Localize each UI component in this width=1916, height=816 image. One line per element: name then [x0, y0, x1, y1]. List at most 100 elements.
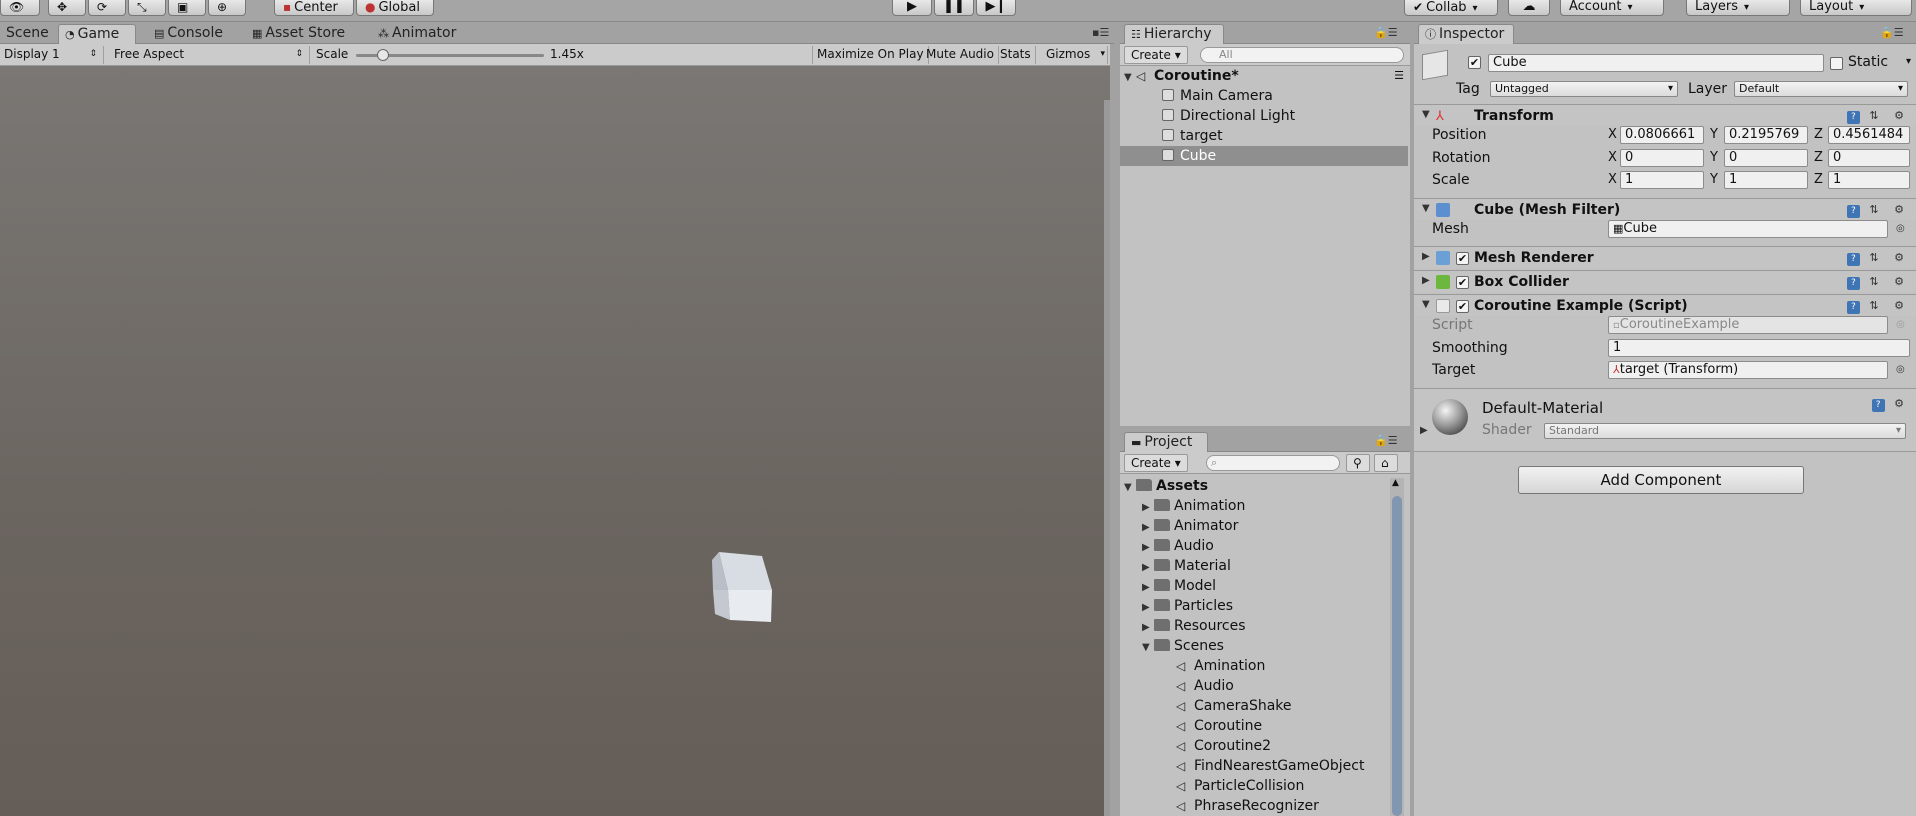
layers-dropdown[interactable]: Layers [1686, 0, 1790, 16]
static-checkbox[interactable] [1830, 57, 1843, 70]
hierarchy-item-selected[interactable]: Cube [1120, 146, 1408, 166]
mesh-renderer-header[interactable]: ▶ ✔ Mesh Renderer ? ⇅ ⚙ [1414, 246, 1916, 268]
box-collider-enabled-checkbox[interactable]: ✔ [1456, 276, 1469, 289]
scale-x-field[interactable]: 1 [1620, 171, 1704, 189]
fold-open-icon[interactable]: ▼ [1422, 299, 1434, 310]
project-search-input[interactable]: ⌕ [1206, 455, 1340, 471]
scrollbar-thumb[interactable] [1392, 496, 1402, 816]
scene-menu-icon[interactable]: ☰ [1394, 66, 1404, 86]
folder-item[interactable]: ▶ Animation [1120, 496, 1245, 516]
hierarchy-create-button[interactable]: Create ▾ [1124, 46, 1188, 64]
folder-item[interactable]: ▶ Particles [1120, 596, 1233, 616]
rotation-z-field[interactable]: 0 [1828, 149, 1910, 167]
scene-asset[interactable]: ◁ Audio [1120, 676, 1234, 696]
fold-open-icon[interactable]: ▼ [1142, 638, 1154, 658]
rotation-y-field[interactable]: 0 [1724, 149, 1808, 167]
aspect-dropdown[interactable]: Free Aspect ⇕ [110, 46, 310, 64]
object-picker-icon[interactable]: ◎ [1896, 223, 1905, 234]
mesh-filter-header[interactable]: ▼ Cube (Mesh Filter) ? ⇅ ⚙ [1414, 198, 1916, 220]
folder-item[interactable]: ▶ Resources [1120, 616, 1246, 636]
hierarchy-item[interactable]: Main Camera [1120, 86, 1410, 106]
maximize-on-play-toggle[interactable]: Maximize On Play [812, 46, 929, 64]
step-button[interactable]: ▶❙ [976, 0, 1016, 16]
cloud-button[interactable]: ☁ [1508, 0, 1550, 16]
tab-console[interactable]: ▤ Console [148, 24, 229, 44]
help-icon[interactable]: ? [1846, 277, 1860, 290]
position-y-field[interactable]: 0.2195769 [1724, 126, 1808, 144]
tab-asset-store[interactable]: ▦ Asset Store [246, 24, 351, 44]
gizmos-dropdown[interactable]: Gizmos ▾ [1042, 46, 1108, 64]
lock-icon[interactable]: 🔒☰ [1374, 434, 1398, 447]
filter-label-button[interactable]: ⌂ [1374, 454, 1398, 472]
pivot-toggle[interactable]: ▪ Center [274, 0, 354, 16]
display-dropdown[interactable]: Display 1 ⇕ [0, 46, 104, 64]
game-view[interactable] [0, 66, 1110, 816]
component-buttons[interactable]: ? ⇅ ⚙ [1846, 275, 1910, 290]
scene-root[interactable]: ▼ ◁ Coroutine* ☰ [1120, 66, 1410, 86]
filter-type-button[interactable]: ⚲ [1346, 454, 1370, 472]
project-scrollbar[interactable]: ▲ [1390, 478, 1404, 816]
script-enabled-checkbox[interactable]: ✔ [1456, 300, 1469, 313]
fold-closed-icon[interactable]: ▶ [1142, 498, 1154, 518]
fold-closed-icon[interactable]: ▶ [1142, 578, 1154, 598]
help-icon[interactable]: ? [1846, 205, 1860, 218]
help-icon[interactable]: ? [1871, 399, 1885, 412]
tab-hierarchy[interactable]: ☷ Hierarchy [1124, 24, 1224, 44]
fold-closed-icon[interactable]: ▶ [1422, 251, 1434, 262]
fold-closed-icon[interactable]: ▶ [1142, 618, 1154, 638]
transform-tool-button[interactable]: ⊕ [208, 0, 246, 16]
material-buttons[interactable]: ? ⚙ [1871, 397, 1910, 412]
scale-z-field[interactable]: 1 [1828, 171, 1910, 189]
tag-dropdown[interactable]: Untagged [1490, 81, 1678, 97]
component-buttons[interactable]: ? ⇅ ⚙ [1846, 203, 1910, 218]
help-icon[interactable]: ? [1846, 253, 1860, 266]
component-buttons[interactable]: ? ⇅ ⚙ [1846, 109, 1910, 124]
active-checkbox[interactable]: ✔ [1468, 56, 1481, 69]
tab-animator[interactable]: ⁂ Animator [372, 24, 462, 44]
folder-item[interactable]: ▶ Animator [1120, 516, 1238, 536]
lock-icon[interactable]: 🔒☰ [1374, 26, 1398, 39]
fold-open-icon[interactable]: ▼ [1422, 109, 1434, 120]
mute-audio-toggle[interactable]: Mute Audio [922, 46, 999, 64]
layer-dropdown[interactable]: Default [1734, 81, 1908, 97]
project-create-button[interactable]: Create ▾ [1124, 454, 1188, 472]
hierarchy-item[interactable]: target [1120, 126, 1410, 146]
layout-dropdown[interactable]: Layout [1800, 0, 1912, 16]
lock-icon[interactable]: 🔒☰ [1880, 26, 1904, 39]
folder-item[interactable]: ▶ Audio [1120, 536, 1214, 556]
rect-tool-button[interactable]: ▣ [168, 0, 206, 16]
move-tool-button[interactable]: ✥ [48, 0, 86, 16]
fold-closed-icon[interactable]: ▶ [1142, 598, 1154, 618]
scene-asset[interactable]: ◁ Amination [1120, 656, 1265, 676]
collab-dropdown[interactable]: ✔ Collab [1404, 0, 1498, 16]
scene-asset[interactable]: ◁ CameraShake [1120, 696, 1292, 716]
fold-closed-icon[interactable]: ▶ [1422, 275, 1434, 286]
scene-asset[interactable]: ◁ ParticleCollision [1120, 776, 1304, 796]
scale-slider[interactable] [356, 49, 544, 61]
play-button[interactable]: ▶ [892, 0, 932, 16]
object-picker-icon[interactable]: ◎ [1896, 364, 1905, 375]
smoothing-input[interactable]: 1 [1608, 339, 1910, 357]
scale-y-field[interactable]: 1 [1724, 171, 1808, 189]
scale-slider-thumb[interactable] [377, 49, 390, 61]
tab-game[interactable]: ◔ Game [58, 24, 136, 44]
account-dropdown[interactable]: Account [1560, 0, 1664, 16]
tab-scene[interactable]: Scene [0, 24, 55, 44]
transform-header[interactable]: ▼ ⅄ Transform ? ⇅ ⚙ [1414, 104, 1916, 126]
object-name-input[interactable]: Cube [1488, 54, 1824, 72]
assets-root[interactable]: ▼ Assets [1120, 476, 1390, 496]
static-dropdown-icon[interactable]: ▾ [1906, 53, 1911, 71]
target-object-field[interactable]: ⅄target (Transform) [1608, 361, 1888, 379]
mesh-object-field[interactable]: ▦Cube [1608, 220, 1888, 238]
folder-item[interactable]: ▼ Scenes [1120, 636, 1224, 656]
scene-asset[interactable]: ◁ PhraseRecognizer [1120, 796, 1319, 816]
hierarchy-search-input[interactable]: All [1200, 47, 1404, 63]
tab-project[interactable]: ▬ Project [1124, 432, 1208, 452]
rotation-x-field[interactable]: 0 [1620, 149, 1704, 167]
scene-asset[interactable]: ◁ Coroutine2 [1120, 736, 1271, 756]
fold-open-icon[interactable]: ▼ [1124, 478, 1136, 498]
fold-closed-icon[interactable]: ▶ [1142, 518, 1154, 538]
pause-button[interactable]: ❚❚ [934, 0, 974, 16]
scene-asset[interactable]: ◁ FindNearestGameObject [1120, 756, 1364, 776]
script-component-header[interactable]: ▼ ✔ Coroutine Example (Script) ? ⇅ ⚙ [1414, 294, 1916, 316]
